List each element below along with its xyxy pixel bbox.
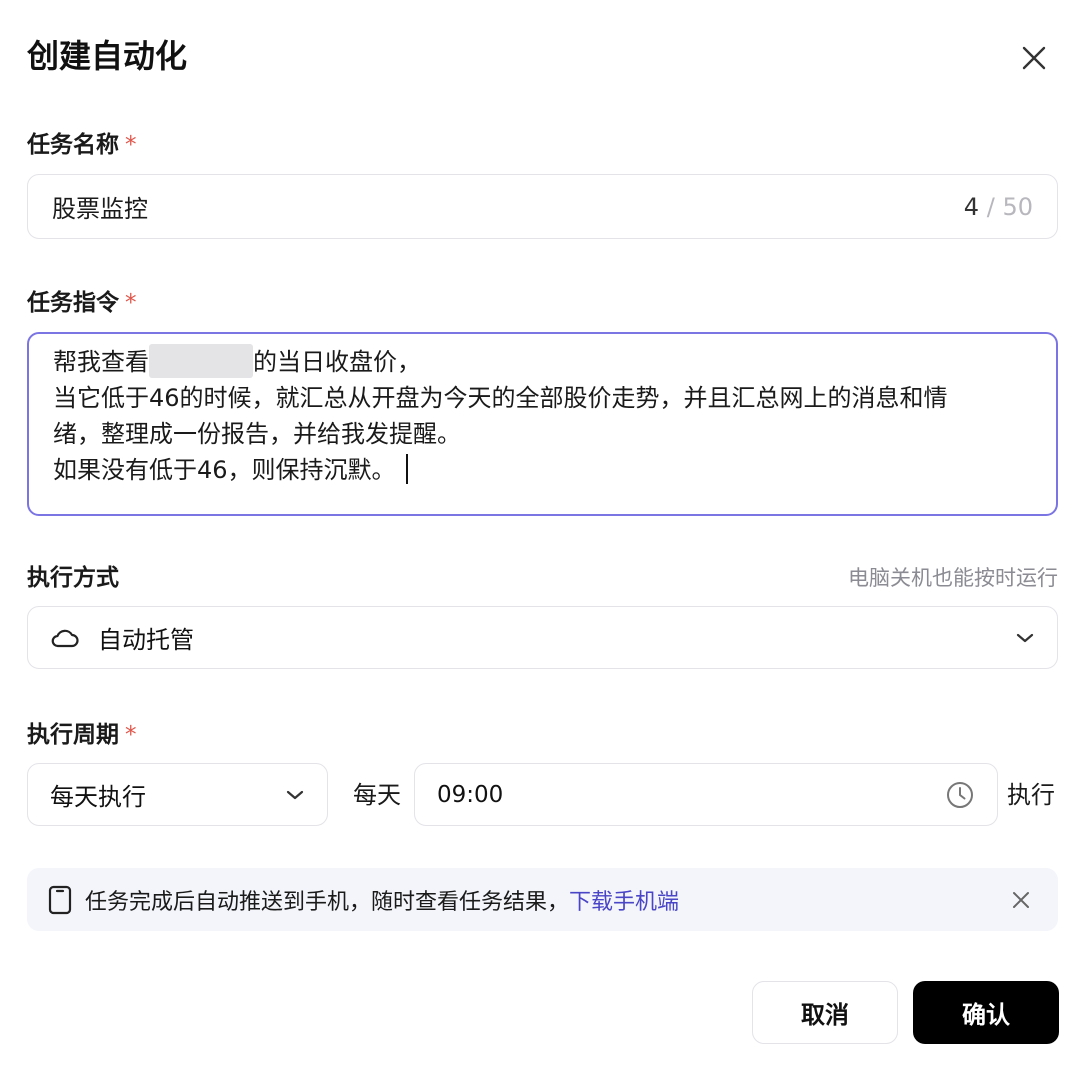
required-mark: * — [125, 132, 137, 158]
task-name-label: 任务名称 * — [27, 132, 137, 158]
chevron-down-icon — [286, 790, 304, 799]
clock-icon — [947, 781, 973, 808]
task-prompt-textarea[interactable]: 帮我查看 的当日收盘价， 当它低于46的时候，就汇总从开盘为今天的全部股价走势，并… — [27, 332, 1058, 516]
cloud-icon — [51, 629, 79, 647]
close-button[interactable] — [1012, 36, 1056, 80]
frequency-value: 每天执行 — [50, 783, 146, 811]
exec-mode-label: 执行方式 — [27, 565, 119, 591]
required-mark: * — [125, 290, 137, 316]
banner-message: 任务完成后自动推送到手机，随时查看任务结果，下载手机端 — [85, 889, 680, 915]
required-mark: * — [125, 722, 137, 748]
time-picker[interactable]: 09:00 — [414, 763, 998, 826]
exec-mode-hint: 电脑关机也能按时运行 — [848, 566, 1058, 590]
redacted-block — [149, 344, 253, 378]
text-caret — [405, 454, 408, 484]
close-icon — [1013, 891, 1029, 908]
download-mobile-link[interactable]: 下载手机端 — [569, 890, 679, 915]
period-prefix: 每天 — [353, 781, 401, 809]
phone-icon — [48, 885, 72, 914]
close-icon — [1022, 46, 1046, 70]
exec-period-label: 执行周期 * — [27, 722, 137, 748]
confirm-button[interactable]: 确认 — [913, 981, 1059, 1044]
time-value: 09:00 — [437, 781, 504, 808]
period-suffix: 执行 — [1007, 781, 1055, 809]
frequency-select[interactable]: 每天执行 — [27, 763, 328, 826]
task-name-input[interactable]: 股票监控 4 / 50 — [27, 174, 1058, 239]
prompt-line-2: 当它低于46的时候，就汇总从开盘为今天的全部股价走势，并且汇总网上的消息和情 — [53, 384, 948, 412]
prompt-line-3: 绪，整理成一份报告，并给我发提醒。 — [53, 420, 461, 448]
prompt-line-4: 如果没有低于46，则保持沉默。 — [53, 452, 1032, 488]
mobile-push-banner: 任务完成后自动推送到手机，随时查看任务结果，下载手机端 — [27, 868, 1058, 931]
exec-mode-value: 自动托管 — [98, 626, 194, 654]
char-counter: 4 / 50 — [963, 192, 1033, 221]
prompt-line-1: 帮我查看 的当日收盘价， — [53, 344, 1032, 380]
task-prompt-label: 任务指令 * — [27, 290, 137, 316]
chevron-down-icon — [1016, 633, 1034, 642]
cancel-button[interactable]: 取消 — [752, 981, 898, 1044]
dialog-title: 创建自动化 — [27, 37, 188, 75]
exec-mode-select[interactable]: 自动托管 — [27, 606, 1058, 669]
create-automation-dialog: 创建自动化 任务名称 * 股票监控 4 / 50 任务指令 * 帮我查看 的当日收盘价… — [0, 0, 1080, 1065]
task-name-value: 股票监控 — [52, 195, 148, 223]
banner-close-button[interactable] — [1004, 883, 1038, 917]
